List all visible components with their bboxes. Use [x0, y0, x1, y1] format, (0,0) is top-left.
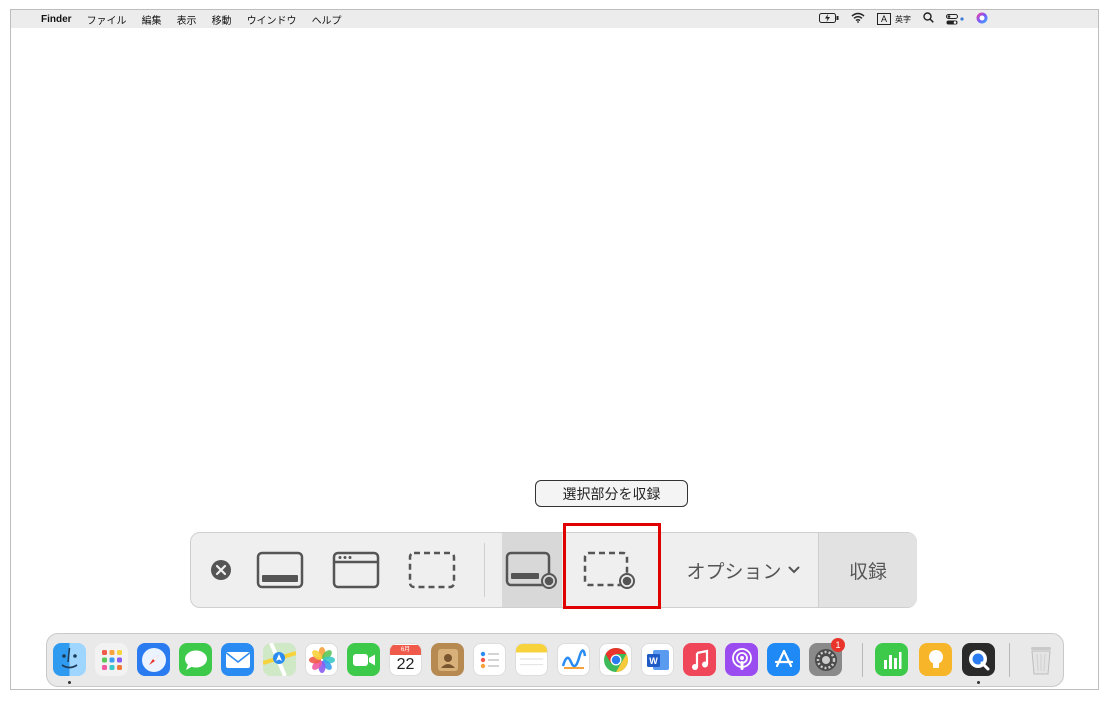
- window-capture-icon: [332, 551, 380, 589]
- contacts-icon[interactable]: [431, 643, 464, 676]
- trash-icon[interactable]: [1024, 643, 1057, 676]
- input-mode-label: 英字: [895, 14, 911, 24]
- wifi-icon[interactable]: [851, 12, 865, 26]
- word-icon[interactable]: W: [641, 643, 674, 676]
- dock-divider: [862, 643, 863, 677]
- screen-record-icon: [505, 551, 557, 589]
- capture-selection-button[interactable]: [403, 533, 461, 607]
- chevron-down-icon: [788, 566, 799, 574]
- freeform-icon[interactable]: [557, 643, 590, 676]
- settings-notification-badge: 1: [831, 638, 845, 652]
- facetime-icon[interactable]: [347, 643, 380, 676]
- svg-text:W: W: [649, 656, 658, 666]
- screenshot-toolbar: オプション 収録: [190, 532, 917, 608]
- capture-window-button[interactable]: [327, 533, 385, 607]
- menu-window[interactable]: ウインドウ: [247, 12, 297, 27]
- record-entire-screen-button[interactable]: [502, 533, 562, 607]
- maps-icon[interactable]: [263, 643, 296, 676]
- battery-charging-icon[interactable]: [818, 12, 839, 26]
- system-settings-icon[interactable]: 1: [809, 638, 845, 676]
- menu-app-name[interactable]: Finder: [41, 14, 72, 25]
- numbers-icon[interactable]: [875, 643, 908, 676]
- app-store-icon[interactable]: [767, 643, 800, 676]
- dock: 6月 22 W 1: [46, 633, 1064, 687]
- input-badge: A: [876, 13, 891, 25]
- spotlight-search-icon[interactable]: [923, 12, 934, 26]
- running-indicator: [68, 681, 71, 684]
- running-indicator: [977, 681, 980, 684]
- chrome-icon[interactable]: [599, 643, 632, 676]
- photos-icon[interactable]: [305, 643, 338, 676]
- safari-icon[interactable]: [137, 643, 170, 676]
- menu-view[interactable]: 表示: [177, 12, 197, 27]
- podcasts-icon[interactable]: [725, 643, 758, 676]
- menu-help[interactable]: ヘルプ: [312, 12, 342, 27]
- finder-icon[interactable]: [53, 643, 86, 676]
- highlight-annotation-box: [563, 523, 661, 609]
- menu-bar: Finder ファイル 編集 表示 移動 ウインドウ ヘルプ A 英字: [11, 10, 1098, 28]
- dock-divider: [1009, 643, 1010, 677]
- reminders-icon[interactable]: [473, 643, 506, 676]
- options-menu-button[interactable]: オプション: [668, 533, 818, 607]
- notes-icon[interactable]: [515, 643, 548, 676]
- keynote-tips-icon[interactable]: [919, 643, 952, 676]
- record-button[interactable]: 収録: [818, 533, 917, 607]
- menu-go[interactable]: 移動: [212, 12, 232, 27]
- selection-capture-icon: [408, 551, 456, 589]
- close-toolbar-button[interactable]: [207, 533, 235, 607]
- calendar-day: 22: [396, 656, 415, 673]
- music-icon[interactable]: [683, 643, 716, 676]
- screen-capture-icon: [256, 551, 304, 589]
- toolbar-divider: [484, 543, 485, 597]
- control-center-icon[interactable]: [946, 13, 964, 25]
- menu-edit[interactable]: 編集: [142, 12, 162, 27]
- capture-selection-tooltip: 選択部分を収録: [535, 480, 688, 507]
- mail-icon[interactable]: [221, 643, 254, 676]
- launchpad-icon[interactable]: [95, 643, 128, 676]
- siri-icon[interactable]: [976, 12, 988, 27]
- options-label: オプション: [686, 561, 782, 583]
- messages-icon[interactable]: [179, 643, 212, 676]
- quicktime-icon[interactable]: [962, 643, 995, 676]
- input-source-menu[interactable]: A 英字: [876, 13, 911, 25]
- calendar-icon[interactable]: 6月 22: [389, 643, 422, 676]
- capture-entire-screen-button[interactable]: [251, 533, 309, 607]
- menu-file[interactable]: ファイル: [87, 12, 127, 27]
- close-icon: [211, 560, 231, 580]
